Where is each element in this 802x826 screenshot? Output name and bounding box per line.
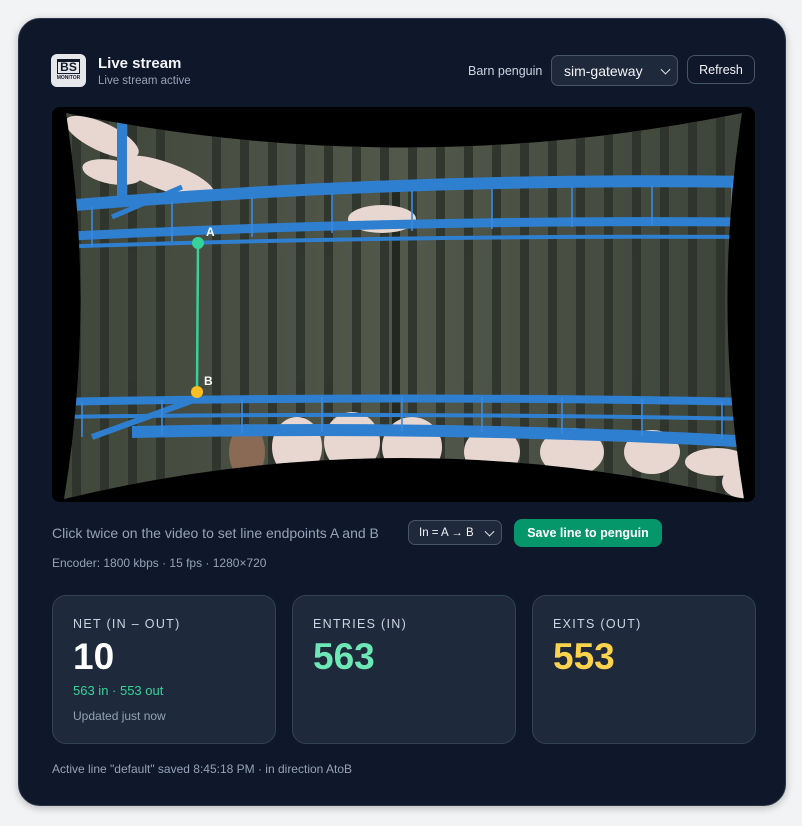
point-b-marker[interactable] (191, 386, 203, 398)
video-frame[interactable]: A B (52, 107, 755, 502)
chevron-down-icon (484, 526, 495, 537)
page-title: Live stream (98, 55, 182, 72)
chevron-down-icon (660, 64, 671, 75)
gateway-select[interactable]: sim-gateway (551, 55, 678, 86)
exits-value: 553 (553, 636, 615, 677)
point-a-label: A (206, 225, 215, 239)
save-line-button[interactable]: Save line to penguin (514, 519, 662, 547)
encoder-info: Encoder: 1800 kbps · 15 fps · 1280×720 (52, 556, 267, 570)
stream-status: Live stream active (98, 75, 191, 87)
direction-select-value: In = A → B (419, 526, 474, 539)
active-line-status: Active line "default" saved 8:45:18 PM ·… (52, 762, 353, 776)
gateway-select-value: sim-gateway (564, 62, 643, 79)
updated-status: Updated just now (73, 709, 166, 723)
refresh-button[interactable]: Refresh (687, 55, 755, 84)
point-b-label: B (204, 374, 213, 388)
header: BS MONITOR Live stream Live stream activ… (51, 54, 757, 94)
point-a-marker[interactable] (192, 237, 204, 249)
counting-line (195, 242, 200, 393)
net-label: NET (IN – OUT) (73, 617, 181, 631)
net-value: 10 (73, 636, 115, 677)
direction-select[interactable]: In = A → B (408, 520, 502, 545)
app-logo: BS MONITOR (51, 54, 86, 87)
logo-subtext: MONITOR (56, 75, 81, 81)
exits-stat-card: EXITS (OUT) 553 (532, 595, 756, 744)
entries-value: 563 (313, 636, 375, 677)
exits-label: EXITS (OUT) (553, 617, 642, 631)
barn-label: Barn penguin (468, 64, 543, 78)
video-feed[interactable]: A B (52, 107, 755, 502)
logo-mark: BS (57, 59, 80, 74)
line-instructions: Click twice on the video to set line end… (52, 525, 379, 541)
net-detail: 563 in · 553 out (73, 683, 164, 698)
live-stream-card: BS MONITOR Live stream Live stream activ… (18, 18, 786, 806)
entries-label: ENTRIES (IN) (313, 617, 408, 631)
net-stat-card: NET (IN – OUT) 10 563 in · 553 out Updat… (52, 595, 276, 744)
entries-stat-card: ENTRIES (IN) 563 (292, 595, 516, 744)
